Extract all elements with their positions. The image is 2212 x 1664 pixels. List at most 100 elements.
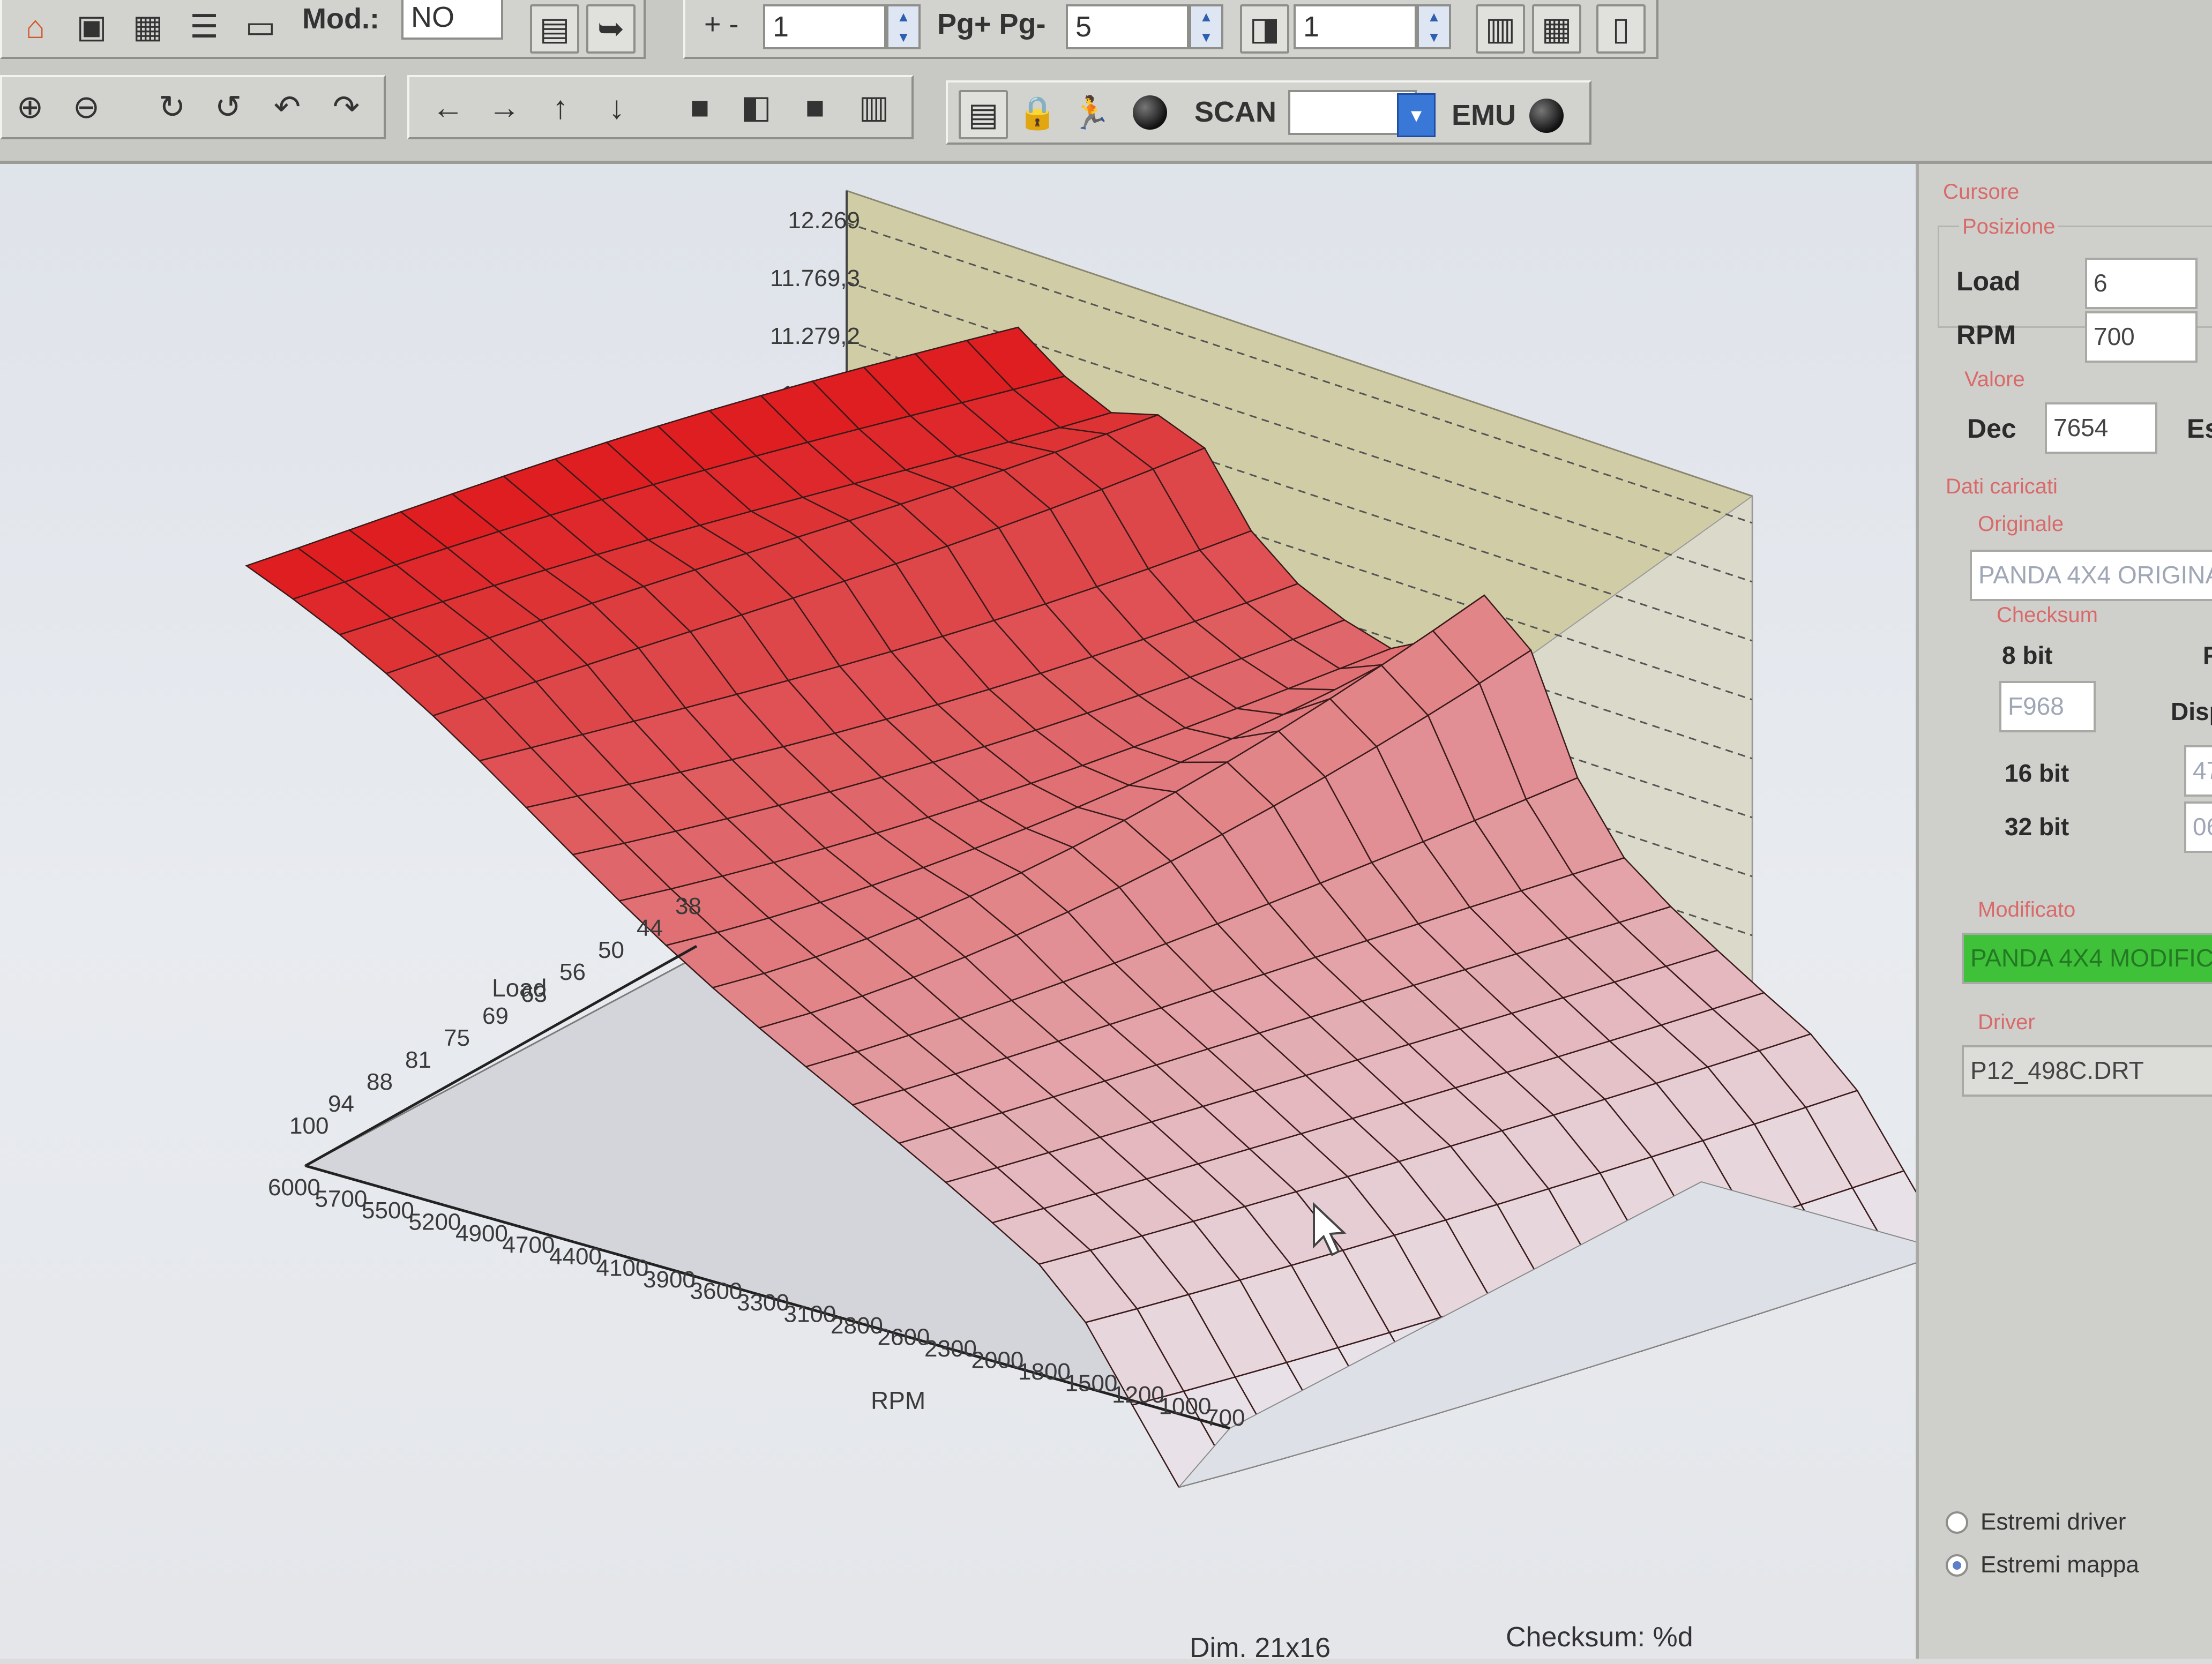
status-led-icon: [1133, 95, 1167, 130]
rpm-tick-label: 4700: [503, 1232, 555, 1258]
es-label: Es: [2187, 414, 2212, 444]
f-label: F: [2203, 641, 2212, 669]
pg-field[interactable]: 5: [1066, 4, 1189, 49]
mod-label: Mod.:: [302, 3, 379, 35]
list-icon[interactable]: ☰: [182, 4, 227, 49]
step-field[interactable]: 1: [1294, 4, 1417, 49]
checksum-title: Checksum: [1997, 603, 2098, 627]
rpm-field[interactable]: 700: [2085, 311, 2198, 363]
lock-icon[interactable]: 🔒: [1015, 90, 1060, 135]
emu-label: EMU: [1452, 99, 1516, 131]
load-tick-label: 69: [482, 1003, 509, 1029]
rotate-left-icon[interactable]: ↺: [206, 85, 251, 130]
emu-led-icon: [1529, 99, 1564, 133]
tools-toolbar: ▤ 🔒 🏃 SCAN ▾ EMU: [946, 80, 1591, 145]
rpm-tick-label: 4100: [596, 1255, 649, 1281]
arrow-left-icon[interactable]: ←: [425, 85, 470, 130]
select-block-icon[interactable]: ■: [677, 85, 722, 130]
rpm-tick-label: 1000: [1159, 1393, 1212, 1420]
mod-field[interactable]: NO: [401, 0, 503, 40]
bit16-field[interactable]: 47: [2184, 745, 2212, 797]
modificato-field[interactable]: PANDA 4X4 MODIFICA: [1962, 933, 2212, 984]
map-3d-chart[interactable]: 12.26911.769,311.279,210.788, 6000570055…: [0, 164, 1916, 1659]
rpm-tick-label: 1200: [1112, 1382, 1164, 1408]
grid-large-icon[interactable]: ▦: [1532, 4, 1581, 54]
load-tick-label: 56: [559, 959, 586, 985]
estremi-mappa-radio[interactable]: [1946, 1554, 1968, 1577]
load-tick-label: 75: [444, 1025, 470, 1051]
select-all-icon[interactable]: ■: [793, 85, 838, 130]
pg-label: Pg+ Pg-: [937, 8, 1046, 40]
cursore-title: Cursore: [1943, 180, 2020, 204]
originale-title: Originale: [1978, 512, 2064, 536]
rpm-tick-label: 4400: [549, 1243, 602, 1270]
rotate-right-icon[interactable]: ↻: [150, 85, 195, 130]
originale-field[interactable]: PANDA 4X4 ORIGINA: [1970, 550, 2212, 601]
rpm-label: RPM: [1956, 320, 2016, 350]
step-spinner[interactable]: ▲ ▼: [1417, 4, 1451, 49]
dati-caricati-title: Dati caricati: [1946, 475, 2058, 498]
z-tick-label: 11.769,3: [770, 265, 860, 291]
load-tick-label: 94: [328, 1091, 354, 1117]
plus-minus-field[interactable]: 1: [763, 4, 886, 49]
z-tick-label: 12.269: [788, 207, 860, 234]
bit32-field[interactable]: 06: [2184, 801, 2212, 853]
navigation-toolbar: ← → ↑ ↓ ■ ◧ ■ ▥: [407, 75, 914, 139]
bit8-field[interactable]: F968: [1999, 681, 2096, 732]
rpm-tick-label: 5700: [315, 1186, 368, 1212]
valore-title: Valore: [1964, 368, 2025, 391]
rpm-tick-label: 3900: [643, 1266, 696, 1293]
window-icon[interactable]: ▭: [238, 4, 283, 49]
arrow-right-icon[interactable]: →: [482, 85, 527, 130]
scan-dropdown-icon[interactable]: ▾: [1397, 93, 1436, 137]
dimension-status: Dim. 21x16: [1190, 1632, 1331, 1663]
pg-spinner[interactable]: ▲ ▼: [1189, 4, 1223, 49]
rpm-tick-label: 1800: [1018, 1359, 1071, 1385]
bit16-label: 16 bit: [2005, 759, 2069, 787]
rpm-tick-label: 6000: [268, 1174, 320, 1201]
rpm-tick-label: 4900: [455, 1220, 508, 1247]
home-icon[interactable]: ⌂: [13, 4, 58, 49]
step-icon[interactable]: ◨: [1240, 4, 1289, 54]
driver-field[interactable]: P12_498C.DRT: [1962, 1045, 2212, 1097]
redo-icon[interactable]: ↷: [324, 85, 369, 130]
rpm-tick-label: 3300: [737, 1290, 789, 1316]
scan-label: SCAN: [1194, 96, 1277, 128]
grid-small-icon[interactable]: ▥: [1476, 4, 1525, 54]
runner-icon[interactable]: 🏃: [1068, 90, 1114, 135]
load-field[interactable]: 6: [2085, 258, 2198, 309]
open-folder-icon[interactable]: ▣: [69, 4, 114, 49]
dec-field[interactable]: 7654: [2045, 402, 2157, 454]
estremi-mappa-label[interactable]: Estremi mappa: [1981, 1551, 2139, 1578]
load-tick-label: 88: [367, 1069, 393, 1095]
calendar-icon[interactable]: ▤: [959, 90, 1008, 139]
undo-icon[interactable]: ↶: [265, 85, 310, 130]
rpm-tick-label: 2600: [878, 1324, 930, 1351]
rpm-tick-label: 2300: [924, 1336, 977, 1362]
estremi-driver-label[interactable]: Estremi driver: [1981, 1509, 2126, 1535]
table-icon[interactable]: ▦: [125, 4, 170, 49]
plus-minus-spinner[interactable]: ▲ ▼: [886, 4, 921, 49]
grid-columns-icon[interactable]: ▯: [1596, 4, 1646, 54]
plus-minus-label: + -: [704, 8, 739, 40]
map-icon[interactable]: ▤: [530, 4, 579, 54]
load-tick-label: 38: [675, 893, 701, 919]
select-rows-icon[interactable]: ▥: [851, 85, 896, 130]
select-columns-icon[interactable]: ◧: [734, 85, 779, 130]
arrow-up-icon[interactable]: ↑: [538, 85, 583, 130]
zoom-in-icon[interactable]: ⊕: [8, 85, 53, 130]
rpm-tick-label: 3600: [690, 1278, 743, 1305]
file-toolbar: ⌂ ▣ ▦ ☰ ▭ Mod.: NO ▤ ➥: [0, 0, 646, 59]
zoom-out-icon[interactable]: ⊖: [64, 85, 109, 130]
toolbar-area: ⌂ ▣ ▦ ☰ ▭ Mod.: NO ▤ ➥ + - 1 ▲ ▼ Pg+ Pg- …: [0, 0, 2212, 164]
chart-area[interactable]: 12.26911.769,311.279,210.788, 6000570055…: [0, 164, 1916, 1663]
estremi-driver-radio[interactable]: [1946, 1511, 1968, 1534]
rpm-tick-label: 700: [1206, 1405, 1245, 1431]
bit8-label: 8 bit: [2002, 641, 2053, 669]
arrow-down-icon[interactable]: ↓: [594, 85, 639, 130]
rpm-tick-label: 2800: [831, 1313, 883, 1339]
export-icon[interactable]: ➥: [586, 4, 636, 54]
load-tick-label: 44: [637, 915, 663, 941]
rpm-tick-label: 2000: [972, 1347, 1024, 1374]
load-tick-label: 100: [289, 1113, 328, 1139]
